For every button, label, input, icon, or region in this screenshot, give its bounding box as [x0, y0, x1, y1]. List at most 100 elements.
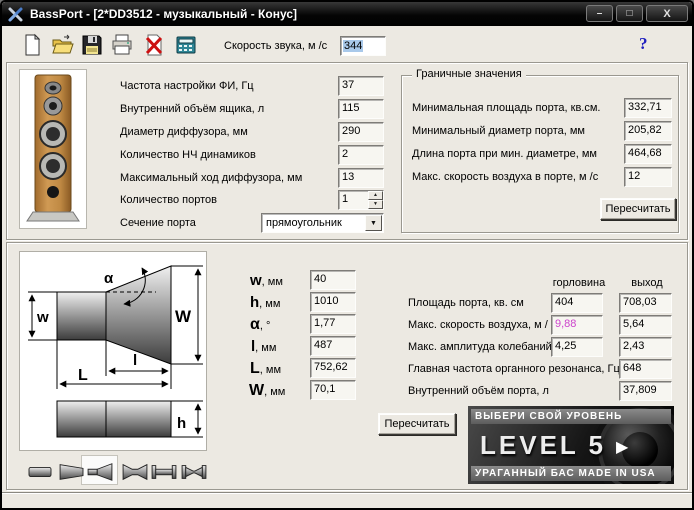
dim-h-field[interactable]: 1010	[310, 292, 356, 312]
port-volume-field[interactable]: 37,809	[619, 381, 672, 401]
port-area-exit-field[interactable]: 708,03	[619, 293, 672, 313]
amplitude-throat-value: 4,25	[555, 340, 576, 352]
max-excursion-label: Максимальный ход диффузора, мм	[120, 168, 302, 188]
port-count-value: 1	[342, 193, 348, 205]
tuning-frequency-value: 37	[342, 79, 354, 91]
port-volume-label: Внутренний объём порта, л	[408, 381, 549, 401]
port-area-exit-value: 708,03	[623, 296, 657, 308]
min-port-diameter-label: Минимальный диаметр порта, мм	[412, 121, 585, 141]
port-area-throat-value: 404	[555, 296, 573, 308]
min-port-area-field[interactable]: 332,71	[624, 98, 672, 118]
delete-file-icon[interactable]	[142, 33, 166, 57]
max-excursion-field[interactable]: 13	[338, 168, 384, 188]
window-title: BassPort - [2*DD3512 - музыкальный - Кон…	[30, 7, 297, 21]
woofer-count-label: Количество НЧ динамиков	[120, 145, 256, 165]
diagram-l-label: l	[133, 352, 137, 369]
banner-top-text: ВЫБЕРИ СВОЙ УРОВЕНЬ	[471, 409, 671, 424]
amplitude-exit-value: 2,43	[623, 340, 644, 352]
speaker-photo	[19, 69, 87, 229]
port-area-throat-field[interactable]: 404	[551, 293, 603, 313]
amplitude-label: Макс. амплитуда колебаний, см	[408, 337, 571, 357]
throat-column-header: горловина	[551, 277, 607, 289]
shape-straight-icon[interactable]	[25, 461, 55, 483]
cone-diameter-field[interactable]: 290	[338, 122, 384, 142]
tuning-frequency-label: Частота настройки ФИ, Гц	[120, 76, 254, 96]
min-port-area-label: Минимальная площадь порта, кв.см.	[412, 98, 600, 118]
app-icon	[7, 6, 24, 23]
port-length-label: Длина порта при мин. диаметре, мм	[412, 144, 597, 164]
recalculate-limits-button[interactable]: Пересчитать	[600, 198, 676, 220]
tuning-frequency-field[interactable]: 37	[338, 76, 384, 96]
exit-column-header: выход	[619, 277, 675, 289]
open-file-icon[interactable]	[50, 33, 74, 57]
window-controls: – □ X	[586, 5, 688, 22]
dim-w-field[interactable]: 40	[310, 270, 356, 290]
shape-cone-waist-cone-icon[interactable]	[120, 461, 150, 483]
dim-l-field[interactable]: 487	[310, 336, 356, 356]
chevron-down-icon: ▼	[370, 220, 377, 227]
diagram-L-label: L	[78, 367, 88, 384]
recalculate-port-button[interactable]: Пересчитать	[378, 413, 456, 435]
limits-group-title: Граничные значения	[412, 68, 526, 80]
port-count-spinner: 1 ▲ ▼	[338, 190, 384, 210]
banner-bottom-text: УРАГАННЫЙ БАС MADE IN USA	[471, 466, 671, 481]
shape-flanged-waist-icon[interactable]	[179, 461, 209, 483]
dim-alpha-label: α, °	[250, 316, 270, 334]
minimize-button[interactable]: –	[586, 5, 613, 22]
cone-diameter-value: 290	[342, 125, 360, 137]
spinner-up-button[interactable]: ▲	[368, 191, 383, 200]
amplitude-throat-field[interactable]: 4,25	[551, 337, 603, 357]
banner-level-text: LEVEL 5	[480, 430, 606, 461]
print-icon[interactable]	[110, 33, 134, 57]
spinner-down-icon: ▼	[373, 201, 378, 207]
organ-resonance-value: 648	[623, 362, 641, 374]
dim-W-label: W, мм	[249, 382, 285, 400]
min-port-diameter-value: 205,82	[628, 124, 662, 136]
organ-resonance-label: Главная частота органного резонанса, Гц	[408, 359, 620, 379]
port-section-dropdown[interactable]: прямоугольник ▼	[261, 213, 384, 233]
port-area-label: Площадь порта, кв. см	[408, 293, 524, 313]
dim-h-value: 1010	[314, 295, 338, 307]
min-port-diameter-field[interactable]: 205,82	[624, 121, 672, 141]
help-icon[interactable]: ?	[639, 34, 648, 54]
dim-L-label: L, мм	[250, 360, 281, 378]
box-volume-field[interactable]: 115	[338, 99, 384, 119]
maximize-button[interactable]: □	[616, 5, 643, 22]
dim-w-label: w, мм	[250, 272, 283, 289]
recalculate-port-label: Пересчитать	[384, 418, 449, 430]
max-air-speed-limit-field[interactable]: 12	[624, 167, 672, 187]
title-bar: BassPort - [2*DD3512 - музыкальный - Кон…	[2, 2, 692, 26]
air-speed-exit-field[interactable]: 5,64	[619, 315, 672, 335]
close-button[interactable]: X	[646, 5, 688, 22]
max-air-speed-limit-label: Макс. скорость воздуха в порте, м /с	[412, 167, 598, 187]
calculator-icon[interactable]	[174, 33, 198, 57]
cone-diameter-label: Диаметр диффузора, мм	[120, 122, 248, 142]
close-icon: X	[663, 8, 670, 20]
spinner-up-icon: ▲	[373, 192, 378, 198]
shape-flanged-straight-icon[interactable]	[149, 461, 179, 483]
new-file-icon[interactable]	[20, 33, 44, 57]
max-excursion-value: 13	[342, 171, 354, 183]
dim-L-field[interactable]: 752,62	[310, 358, 356, 378]
diagram-w-label: w	[36, 309, 49, 326]
dim-W-field[interactable]: 70,1	[310, 380, 356, 400]
port-diagram: w W α l L	[19, 251, 207, 451]
port-length-field[interactable]: 464,68	[624, 144, 672, 164]
min-port-area-value: 332,71	[628, 101, 662, 113]
spinner-down-button[interactable]: ▼	[368, 200, 383, 209]
ad-banner[interactable]: ВЫБЕРИ СВОЙ УРОВЕНЬ LEVEL 5 ▶ УРАГАННЫЙ …	[468, 406, 674, 484]
speed-of-sound-input[interactable]: 344	[340, 36, 386, 56]
woofer-count-field[interactable]: 2	[338, 145, 384, 165]
shape-rect-cone-icon[interactable]	[85, 461, 115, 483]
organ-resonance-field[interactable]: 648	[619, 359, 672, 379]
shape-cone-icon[interactable]	[57, 461, 87, 483]
recalculate-limits-label: Пересчитать	[605, 203, 670, 215]
air-speed-throat-field[interactable]: 9,88	[551, 315, 603, 335]
port-volume-value: 37,809	[623, 384, 657, 396]
save-file-icon[interactable]	[80, 33, 104, 57]
dim-alpha-field[interactable]: 1,77	[310, 314, 356, 334]
dropdown-button[interactable]: ▼	[365, 215, 382, 231]
app-window: BassPort - [2*DD3512 - музыкальный - Кон…	[0, 0, 694, 510]
amplitude-exit-field[interactable]: 2,43	[619, 337, 672, 357]
diagram-W-label: W	[175, 307, 192, 326]
